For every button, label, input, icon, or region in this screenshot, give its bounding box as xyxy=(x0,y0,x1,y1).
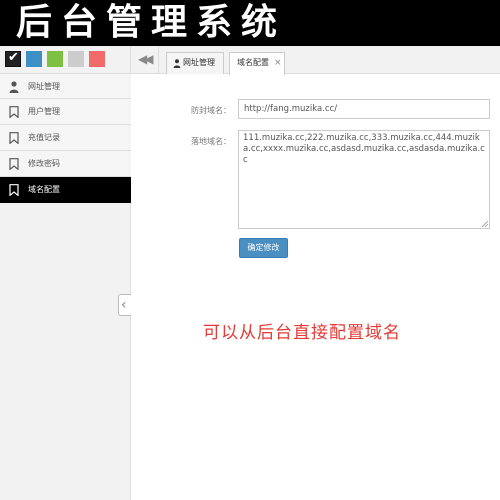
check-icon: ✔ xyxy=(8,50,19,65)
chevron-left-icon: ‹ xyxy=(121,297,127,313)
annotation-note: 可以从后台直接配置域名 xyxy=(203,323,401,343)
sidebar-item-change-password[interactable]: 修改密码 xyxy=(0,151,131,177)
anti-block-domain-input[interactable] xyxy=(238,99,490,119)
bookmark-icon xyxy=(9,184,19,196)
sidebar-item-url-management[interactable]: 网址管理 xyxy=(0,73,131,99)
sidebar-item-recharge-records[interactable]: 充值记录 xyxy=(0,125,131,151)
theme-swatch-dark[interactable]: ✔ xyxy=(5,50,21,67)
sidebar: ✔ 网址管理 用户管理 充值记录 修改密码 域名配置 xyxy=(0,46,131,500)
bookmark-icon xyxy=(9,132,19,144)
user-icon xyxy=(173,59,181,68)
sidebar-item-label: 修改密码 xyxy=(28,159,60,168)
resize-grip-icon[interactable] xyxy=(482,221,488,227)
sidebar-item-label: 网址管理 xyxy=(28,82,60,91)
tab-label: 域名配置 xyxy=(237,58,269,67)
sidebar-collapse-button[interactable]: ‹ xyxy=(118,294,131,316)
theme-swatch-green[interactable] xyxy=(47,51,63,67)
user-icon xyxy=(9,81,19,93)
bookmark-icon xyxy=(9,158,19,170)
landing-domain-textarea[interactable]: 111.muzika.cc,222.muzika.cc,333.muzika.c… xyxy=(238,130,490,229)
tab-scroll-left-button[interactable]: ◀◀ xyxy=(131,46,159,74)
app-title: 后台管理系统 xyxy=(16,2,287,43)
theme-swatch-red[interactable] xyxy=(89,51,105,67)
tab-bar: ◀◀ 网址管理 域名配置 × xyxy=(131,46,500,75)
double-chevron-left-icon: ◀◀ xyxy=(138,52,154,66)
app-header: 后台管理系统 xyxy=(0,0,500,46)
theme-swatch-gray[interactable] xyxy=(68,51,84,67)
tab-domain-config[interactable]: 域名配置 × xyxy=(229,52,285,75)
sidebar-item-user-management[interactable]: 用户管理 xyxy=(0,99,131,125)
close-icon[interactable]: × xyxy=(274,53,282,73)
sidebar-item-domain-config[interactable]: 域名配置 xyxy=(0,177,131,203)
tab-label: 网址管理 xyxy=(183,58,215,67)
bookmark-icon xyxy=(9,106,19,118)
sidebar-item-label: 域名配置 xyxy=(28,185,60,194)
sidebar-item-label: 用户管理 xyxy=(28,107,60,116)
sidebar-nav: 网址管理 用户管理 充值记录 修改密码 域名配置 xyxy=(0,73,131,203)
tab-url-management[interactable]: 网址管理 xyxy=(166,52,224,74)
anti-block-domain-label: 防封域名： xyxy=(191,106,231,115)
landing-domain-label: 落地域名： xyxy=(191,137,231,146)
sidebar-item-label: 充值记录 xyxy=(28,133,60,142)
confirm-modify-button[interactable]: 确定修改 xyxy=(239,238,288,258)
theme-swatch-blue[interactable] xyxy=(26,51,42,67)
